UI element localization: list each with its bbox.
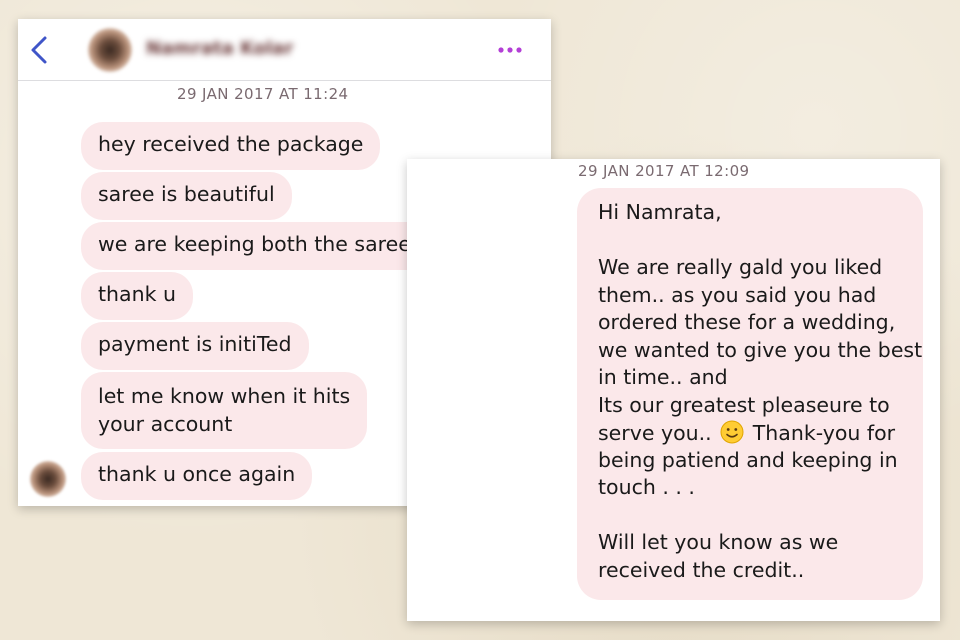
smiley-emoji-icon — [720, 420, 744, 444]
chevron-left-icon[interactable] — [28, 34, 50, 66]
message-bubble: let me know when it hits your account — [81, 372, 368, 449]
reply-line: received the credit.. — [598, 558, 805, 582]
sender-avatar — [30, 461, 66, 497]
reply-line: Its our greatest pleaseure to — [598, 393, 890, 417]
reply-line: ordered these for a wedding, — [598, 310, 896, 334]
reply-line: We are really gald you liked — [598, 255, 883, 279]
message-bubble: we are keeping both the sarees — [81, 222, 439, 270]
avatar[interactable] — [88, 28, 132, 72]
message-bubble: hey received the package — [81, 122, 381, 170]
message-bubble: payment is initiTed — [81, 322, 309, 370]
reply-line: being patiend and keeping in — [598, 448, 898, 472]
message-bubble: saree is beautiful — [81, 172, 292, 220]
reply-line: Thank-you for — [752, 421, 896, 445]
message-bubble: thank u once again — [81, 452, 313, 500]
reply-line: Will let you know as we — [598, 530, 839, 554]
message-timestamp: 29 JAN 2017 AT 12:09 — [578, 162, 750, 180]
chat-header: Namrata Kolar — [18, 19, 551, 81]
reply-line: in time.. and — [598, 365, 728, 389]
reply-line-with-emoji: serve you.. Thank-you for — [598, 420, 895, 445]
reply-message-bubble: Hi Namrata, We are really gald you liked… — [577, 188, 923, 600]
more-dots-icon[interactable] — [496, 45, 526, 55]
message-bubble: thank u — [81, 272, 193, 320]
reply-line: Hi Namrata, — [598, 200, 722, 224]
reply-line: we wanted to give you the best — [598, 338, 923, 362]
reply-line: serve you.. — [598, 421, 712, 445]
chat-screenshot-right: 29 JAN 2017 AT 12:09 Hi Namrata, We are … — [407, 159, 940, 621]
reply-line: touch . . . — [598, 475, 695, 499]
contact-name[interactable]: Namrata Kolar — [146, 38, 293, 59]
message-timestamp: 29 JAN 2017 AT 11:24 — [177, 85, 349, 103]
reply-line: them.. as you said you had — [598, 283, 877, 307]
